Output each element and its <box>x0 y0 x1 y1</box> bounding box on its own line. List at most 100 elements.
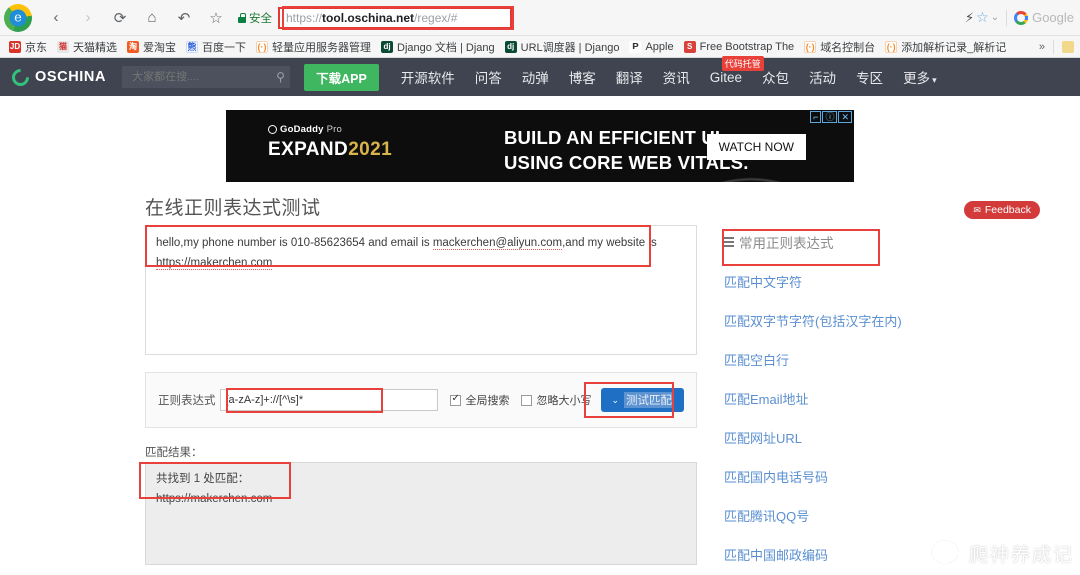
search-input[interactable] <box>130 70 277 84</box>
ad-info-icon[interactable]: ⓘ <box>822 111 838 123</box>
history-button[interactable]: ↶ <box>171 5 197 31</box>
advertisement-banner[interactable]: GoDaddy Pro EXPAND2021 BUILD AN EFFICIEN… <box>226 110 854 182</box>
search-icon[interactable]: ⚲ <box>276 70 285 84</box>
nav-item-more[interactable]: 更多 ▾ <box>903 67 937 87</box>
bookmark-item[interactable]: 熊百度一下 <box>181 37 251 57</box>
star-icon: ☆ <box>209 9 223 27</box>
download-app-button[interactable]: 下载APP <box>304 63 379 91</box>
watermark-text: 爬神养成记 <box>968 544 1074 566</box>
django-icon: dj <box>381 40 393 53</box>
ignore-case-checkbox[interactable] <box>521 394 533 406</box>
bookmark-item[interactable]: ᴘ Apple <box>624 37 678 57</box>
bookmarks-overflow-group: » <box>1039 39 1080 54</box>
bookmark-item[interactable]: S Free Bootstrap The <box>679 37 800 57</box>
home-button[interactable]: ⌂ <box>139 5 165 31</box>
bookmark-label: 轻量应用服务器管理 <box>272 41 371 54</box>
nav-item-opensource[interactable]: 开源软件 <box>401 67 455 87</box>
list-item[interactable]: 匹配国内电话号码 <box>724 467 984 487</box>
back-button[interactable]: ‹ <box>43 5 69 31</box>
bookmarks-divider <box>1053 39 1054 54</box>
nav-item-events[interactable]: 活动 <box>809 67 836 87</box>
bookmark-star-button[interactable]: ☆ <box>203 5 229 31</box>
list-item[interactable]: 匹配双字节字符(包括汉字在内) <box>724 311 984 331</box>
ad-brand-suffix: Pro <box>326 124 343 135</box>
global-search-option[interactable]: 全局搜索 <box>450 392 509 408</box>
list-item[interactable]: 匹配腾讯QQ号 <box>724 506 984 526</box>
chevron-down-icon[interactable]: ⌄ <box>991 12 999 23</box>
history-icon: ↶ <box>177 9 191 27</box>
feedback-button[interactable]: ✉ Feedback <box>964 201 1040 219</box>
reload-button[interactable]: ⟳ <box>107 5 133 31</box>
global-search-checkbox[interactable] <box>450 393 462 406</box>
bookmark-item[interactable]: 淘爱淘宝 <box>122 37 181 57</box>
result-count: 共找到 1 处匹配： <box>156 473 250 485</box>
list-item[interactable]: 匹配Email地址 <box>724 389 984 409</box>
page-star-icon[interactable]: ☆ <box>976 9 989 26</box>
bookmark-label: 域名控制台 <box>820 41 876 54</box>
regex-input[interactable] <box>219 389 439 411</box>
bookmark-item[interactable]: 猫天猫精选 <box>52 37 122 57</box>
ignore-case-option[interactable]: 忽略大小写 <box>521 392 591 408</box>
site-logo[interactable]: OSCHINA <box>8 64 106 90</box>
sidebar-item-qq[interactable]: 匹配腾讯QQ号 <box>724 509 809 524</box>
nav-item-tweet[interactable]: 动弹 <box>522 67 549 87</box>
result-section-label: 匹配结果： <box>145 447 203 459</box>
sidebar-item-phone[interactable]: 匹配国内电话号码 <box>724 470 828 485</box>
sidebar-item-url[interactable]: 匹配网址URL <box>724 431 802 446</box>
nav-item-blog[interactable]: 博客 <box>569 67 596 87</box>
ad-close-icon[interactable]: ✕ <box>838 111 852 123</box>
security-label: 安全 <box>249 12 272 25</box>
list-item[interactable]: 匹配网址URL <box>724 428 984 448</box>
page-bottom-strip <box>0 569 1080 575</box>
forward-icon: › <box>85 9 91 26</box>
sidebar-item-blank-line[interactable]: 匹配空白行 <box>724 353 789 368</box>
list-item[interactable]: 匹配中国邮政编码 <box>724 545 984 565</box>
browser-window: ‹ › ⟳ ⌂ ↶ ☆ 安全 https://tool.oschina.net/… <box>0 0 1080 575</box>
test-text-url: https://makerchen.com <box>156 256 273 270</box>
search-engine-indicator[interactable]: Google <box>1014 10 1074 25</box>
bookmark-label: URL调度器 | Django <box>520 41 620 54</box>
bookmark-label: Free Bootstrap The <box>699 40 795 53</box>
search-engine-label: Google <box>1032 10 1074 25</box>
sidebar-header-label: 常用正则表达式 <box>739 236 834 251</box>
browser-toolbar: ‹ › ⟳ ⌂ ↶ ☆ 安全 https://tool.oschina.net/… <box>0 0 1080 36</box>
bookmark-item[interactable]: JD 京东 <box>4 37 52 57</box>
bookmark-item[interactable]: dj Django 文档 | Djang <box>376 37 500 57</box>
sidebar-item-postcode[interactable]: 匹配中国邮政编码 <box>724 548 828 563</box>
ad-expand-icon[interactable]: ⌐ <box>810 111 822 123</box>
test-text-input[interactable]: hello,my phone number is 010-85623654 an… <box>145 225 697 355</box>
bookmark-folder-icon[interactable] <box>1062 40 1074 53</box>
nav-item-more-label: 更多 <box>903 71 931 86</box>
nav-item-gitee[interactable]: 代码托管 Gitee <box>710 55 764 85</box>
ad-brand-block: GoDaddy Pro EXPAND2021 <box>268 124 392 161</box>
bookmark-item[interactable]: (·) 域名控制台 <box>799 37 880 57</box>
flash-icon[interactable]: ⚡ <box>965 10 974 26</box>
bookmarks-overflow-button[interactable]: » <box>1039 41 1045 53</box>
bookmark-item[interactable]: (·) 添加解析记录_解析记 <box>880 37 1011 57</box>
site-search-box[interactable]: ⚲ <box>122 66 291 88</box>
nav-item-crowdsourcing[interactable]: 众包 <box>762 67 789 87</box>
bookmark-item[interactable]: dj URL调度器 | Django <box>500 37 625 57</box>
test-match-button[interactable]: ⌄ 测试匹配 <box>601 388 684 412</box>
sidebar-item-email[interactable]: 匹配Email地址 <box>724 392 809 407</box>
godaddy-ring-icon <box>268 125 277 134</box>
ad-controls[interactable]: ⌐ ⓘ ✕ <box>810 111 852 123</box>
bookmark-item[interactable]: (·) 轻量应用服务器管理 <box>251 37 376 57</box>
toolbar-right-group: ⚡ ☆ ⌄ Google <box>965 9 1074 26</box>
oschina-c-icon <box>8 64 33 90</box>
nav-item-zone[interactable]: 专区 <box>856 67 883 87</box>
forward-button[interactable]: › <box>75 5 101 31</box>
sidebar-item-chinese-chars[interactable]: 匹配中文字符 <box>724 275 802 290</box>
nav-item-translate[interactable]: 翻译 <box>616 67 643 87</box>
security-indicator[interactable]: 安全 <box>238 10 272 26</box>
address-bar[interactable]: https://tool.oschina.net/regex/# <box>278 6 512 29</box>
sidebar-item-double-byte[interactable]: 匹配双字节字符(包括汉字在内) <box>724 314 902 329</box>
test-text-suffix: ,and my website is <box>562 237 657 249</box>
list-item[interactable]: 匹配空白行 <box>724 350 984 370</box>
nav-links: 开源软件 问答 动弹 博客 翻译 资讯 代码托管 Gitee 众包 活动 专区 更… <box>401 55 937 87</box>
nav-item-news[interactable]: 资讯 <box>663 67 690 87</box>
ad-campaign: EXPAND2021 <box>268 139 392 161</box>
list-item[interactable]: 匹配中文字符 <box>724 272 984 292</box>
ad-cta-button[interactable]: WATCH NOW <box>706 134 806 160</box>
nav-item-qa[interactable]: 问答 <box>475 67 502 87</box>
